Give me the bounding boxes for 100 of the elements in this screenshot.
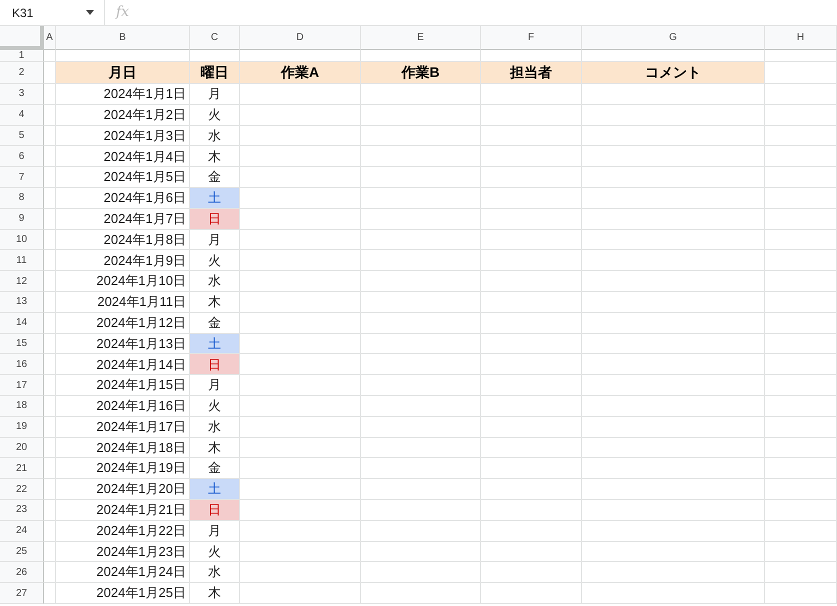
empty-cell — [44, 542, 56, 562]
empty-cell — [44, 458, 56, 480]
empty-cell — [765, 542, 837, 562]
row-number[interactable]: 25 — [0, 542, 44, 562]
column-header[interactable]: A — [44, 26, 56, 50]
weekday-cell: 土 — [190, 188, 240, 209]
empty-cell — [765, 479, 837, 500]
row-number[interactable]: 23 — [0, 500, 44, 521]
row-number[interactable]: 12 — [0, 271, 44, 292]
select-all-corner[interactable] — [0, 26, 44, 50]
row-number[interactable]: 5 — [0, 126, 44, 146]
weekday-cell: 金 — [190, 458, 240, 480]
header-cell: 担当者 — [481, 62, 582, 84]
weekday-cell: 月 — [190, 230, 240, 250]
empty-cell — [44, 271, 56, 292]
weekday-cell: 木 — [190, 146, 240, 168]
header-cell: 月日 — [56, 62, 190, 84]
empty-cell — [44, 354, 56, 376]
row-number[interactable]: 15 — [0, 334, 44, 354]
column-header[interactable]: H — [765, 26, 837, 50]
empty-cell — [765, 583, 837, 604]
row-number[interactable]: 6 — [0, 146, 44, 168]
weekday-cell: 日 — [190, 354, 240, 376]
row-number[interactable]: 20 — [0, 438, 44, 458]
empty-cell — [765, 312, 837, 334]
row-number[interactable]: 21 — [0, 458, 44, 480]
empty-cell — [44, 126, 56, 146]
empty-cell — [44, 479, 56, 500]
row-number[interactable]: 19 — [0, 416, 44, 438]
empty-cell — [44, 250, 56, 272]
empty-cell — [44, 146, 56, 168]
weekday-cell: 月 — [190, 520, 240, 542]
empty-cell — [44, 208, 56, 230]
row-number[interactable]: 9 — [0, 208, 44, 230]
weekday-cell: 水 — [190, 562, 240, 584]
row-number[interactable]: 16 — [0, 354, 44, 376]
row-number[interactable]: 2 — [0, 62, 44, 84]
empty-cell — [765, 271, 837, 292]
empty-cell — [765, 438, 837, 458]
row-number[interactable]: 4 — [0, 104, 44, 126]
row-number[interactable]: 24 — [0, 520, 44, 542]
row-number[interactable]: 10 — [0, 230, 44, 250]
row-number[interactable]: 22 — [0, 479, 44, 500]
empty-cell — [765, 354, 837, 376]
empty-cell — [765, 334, 837, 354]
row-number[interactable]: 7 — [0, 167, 44, 188]
empty-cell — [765, 146, 837, 168]
weekday-cell: 火 — [190, 542, 240, 562]
column-header[interactable]: D — [240, 26, 361, 50]
empty-cell — [765, 520, 837, 542]
row-number[interactable]: 27 — [0, 583, 44, 604]
column-header[interactable]: B — [56, 26, 190, 50]
weekday-cell: 火 — [190, 104, 240, 126]
row-number[interactable]: 8 — [0, 188, 44, 209]
empty-cell — [44, 312, 56, 334]
weekday-cell: 木 — [190, 438, 240, 458]
empty-cell — [765, 250, 837, 272]
column-header[interactable]: G — [582, 26, 765, 50]
empty-cell — [765, 562, 837, 584]
empty-cell — [44, 104, 56, 126]
empty-cell — [765, 208, 837, 230]
empty-cell — [44, 188, 56, 209]
empty-cell — [44, 396, 56, 417]
empty-cell — [44, 334, 56, 354]
row-number[interactable]: 13 — [0, 292, 44, 313]
empty-cell — [765, 188, 837, 209]
empty-cell — [765, 84, 837, 105]
row-number[interactable]: 1 — [0, 50, 44, 62]
header-cell: 作業B — [361, 62, 481, 84]
empty-cell — [765, 292, 837, 313]
row-number[interactable]: 17 — [0, 375, 44, 396]
weekday-cell: 水 — [190, 126, 240, 146]
column-header[interactable]: E — [361, 26, 481, 50]
weekday-cell: 金 — [190, 167, 240, 188]
weekday-cell: 金 — [190, 312, 240, 334]
empty-cell — [765, 230, 837, 250]
column-header[interactable]: F — [481, 26, 582, 50]
weekday-cell: 水 — [190, 416, 240, 438]
row-number[interactable]: 14 — [0, 312, 44, 334]
weekday-cell: 月 — [190, 84, 240, 105]
row-number[interactable]: 26 — [0, 562, 44, 584]
column-header[interactable]: C — [190, 26, 240, 50]
weekday-cell: 日 — [190, 208, 240, 230]
empty-cell — [765, 104, 837, 126]
empty-cell — [44, 167, 56, 188]
empty-cell — [44, 416, 56, 438]
row-number[interactable]: 11 — [0, 250, 44, 272]
formula-icon: fx — [116, 2, 130, 23]
weekday-cell: 火 — [190, 250, 240, 272]
empty-cell — [765, 416, 837, 438]
dropdown-caret-icon — [86, 10, 94, 15]
empty-cell — [44, 438, 56, 458]
header-cell: 作業A — [240, 62, 361, 84]
row-number[interactable]: 3 — [0, 84, 44, 105]
weekday-cell: 火 — [190, 396, 240, 417]
empty-cell — [765, 167, 837, 188]
empty-cell — [765, 500, 837, 521]
row-number[interactable]: 18 — [0, 396, 44, 417]
empty-cell — [765, 458, 837, 480]
header-cell: コメント — [582, 62, 765, 84]
